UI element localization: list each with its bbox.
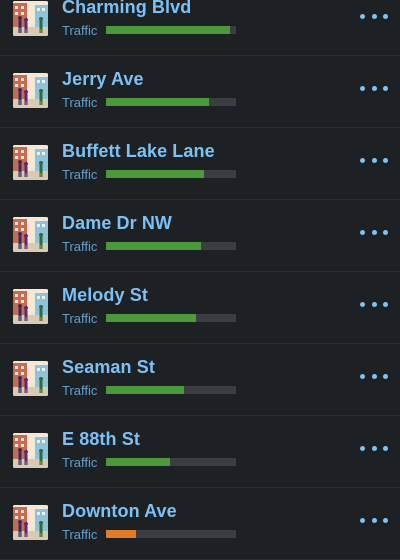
street-row[interactable]: Downton Ave Traffic: [0, 488, 400, 560]
traffic-bar-fill: [106, 458, 170, 466]
traffic-bar: [106, 242, 236, 250]
traffic-bar: [106, 314, 236, 322]
street-name: E 88th St: [62, 429, 140, 449]
traffic-bar-fill: [106, 26, 230, 34]
street-scene-icon: [13, 145, 48, 180]
street-row[interactable]: Seaman St Traffic: [0, 344, 400, 416]
traffic-label: Traffic: [62, 383, 98, 398]
more-options-icon[interactable]: [360, 366, 388, 386]
street-row[interactable]: Jerry Ave Traffic: [0, 56, 400, 128]
traffic-bar: [106, 98, 236, 106]
more-options-icon[interactable]: [360, 78, 388, 98]
street-row[interactable]: Melody St Traffic: [0, 272, 400, 344]
street-name: Jerry Ave: [62, 69, 144, 89]
street-scene-icon: [13, 217, 48, 252]
street-scene-icon: [13, 73, 48, 108]
traffic-bar-fill: [106, 242, 201, 250]
traffic-label: Traffic: [62, 23, 98, 38]
traffic-bar: [106, 386, 236, 394]
street-name: Downton Ave: [62, 501, 177, 521]
traffic-label: Traffic: [62, 239, 98, 254]
more-options-icon[interactable]: [360, 6, 388, 26]
more-options-icon[interactable]: [360, 222, 388, 242]
more-options-icon[interactable]: [360, 150, 388, 170]
street-name: Buffett Lake Lane: [62, 141, 215, 161]
traffic-bar-fill: [106, 314, 196, 322]
street-scene-icon: [13, 1, 48, 36]
street-name: Seaman St: [62, 357, 155, 377]
street-list: Charming Blvd Traffic Jerry Ave Traffic …: [0, 0, 400, 560]
street-row[interactable]: Charming Blvd Traffic: [0, 0, 400, 56]
traffic-bar-fill: [106, 386, 184, 394]
traffic-bar: [106, 26, 236, 34]
more-options-icon[interactable]: [360, 510, 388, 530]
street-scene-icon: [13, 505, 48, 540]
street-name: Charming Blvd: [62, 0, 192, 17]
street-scene-icon: [13, 433, 48, 468]
traffic-bar: [106, 458, 236, 466]
street-name: Melody St: [62, 285, 148, 305]
more-options-icon[interactable]: [360, 294, 388, 314]
street-row[interactable]: Buffett Lake Lane Traffic: [0, 128, 400, 200]
more-options-icon[interactable]: [360, 438, 388, 458]
street-row[interactable]: Dame Dr NW Traffic: [0, 200, 400, 272]
traffic-label: Traffic: [62, 311, 98, 326]
street-name: Dame Dr NW: [62, 213, 173, 233]
traffic-bar: [106, 170, 236, 178]
traffic-bar-fill: [106, 98, 209, 106]
street-scene-icon: [13, 289, 48, 324]
traffic-bar-fill: [106, 170, 204, 178]
traffic-bar-fill: [106, 530, 136, 538]
traffic-label: Traffic: [62, 455, 98, 470]
traffic-label: Traffic: [62, 167, 98, 182]
traffic-bar: [106, 530, 236, 538]
street-scene-icon: [13, 361, 48, 396]
street-row[interactable]: E 88th St Traffic: [0, 416, 400, 488]
traffic-label: Traffic: [62, 95, 98, 110]
